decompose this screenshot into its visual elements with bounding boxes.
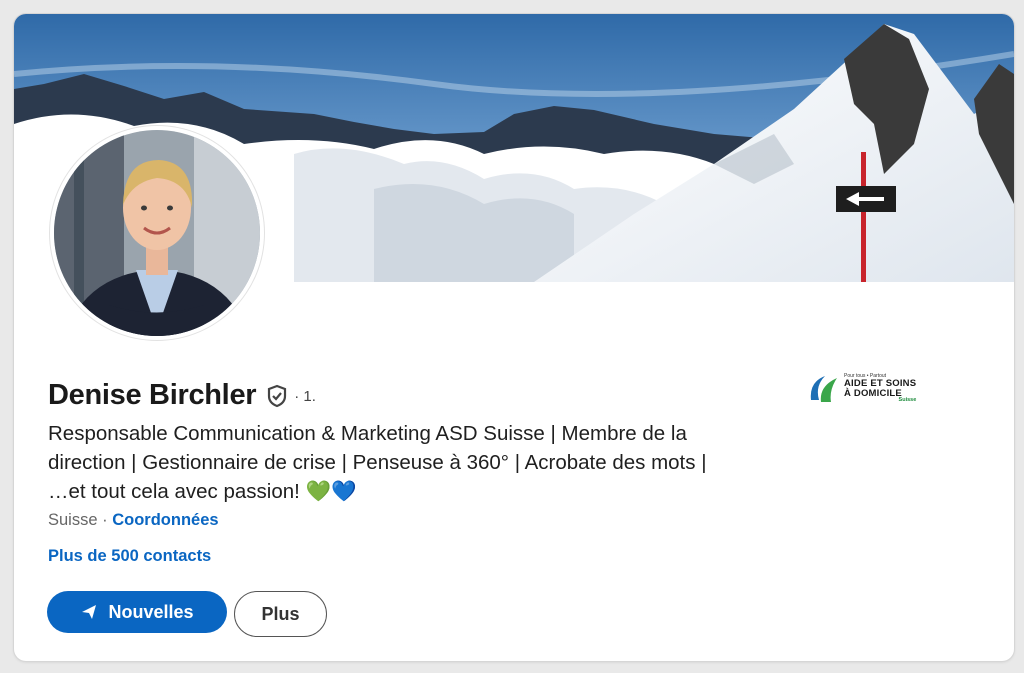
location-separator: · <box>102 511 108 529</box>
connection-degree: · 1. <box>294 388 316 405</box>
company-logo[interactable]: Pour tous • Partout AIDE ET SOINS À DOMI… <box>807 372 916 406</box>
profile-name: Denise Birchler <box>48 379 257 411</box>
profile-card: Denise Birchler · 1. Responsable Communi… <box>14 14 1014 661</box>
more-button-label: Plus <box>261 603 300 624</box>
name-row: Denise Birchler · 1. <box>48 379 316 412</box>
profile-avatar[interactable] <box>50 126 264 340</box>
more-button[interactable]: Plus <box>234 591 327 637</box>
newsletter-button[interactable]: Nouvelles <box>47 591 227 633</box>
company-logo-subline: Suisse <box>898 397 917 404</box>
newsletter-button-label: Nouvelles <box>108 601 194 622</box>
company-logo-mark <box>810 376 837 402</box>
paper-plane-icon <box>80 603 98 621</box>
location-text: Suisse <box>48 511 98 529</box>
location-row: Suisse · Coordonnées <box>48 511 219 530</box>
contact-info-link[interactable]: Coordonnées <box>112 511 218 529</box>
profile-headline: Responsable Communication & Marketing AS… <box>48 422 707 503</box>
connections-link[interactable]: Plus de 500 contacts <box>48 547 211 566</box>
shield-check-icon[interactable] <box>266 384 288 408</box>
